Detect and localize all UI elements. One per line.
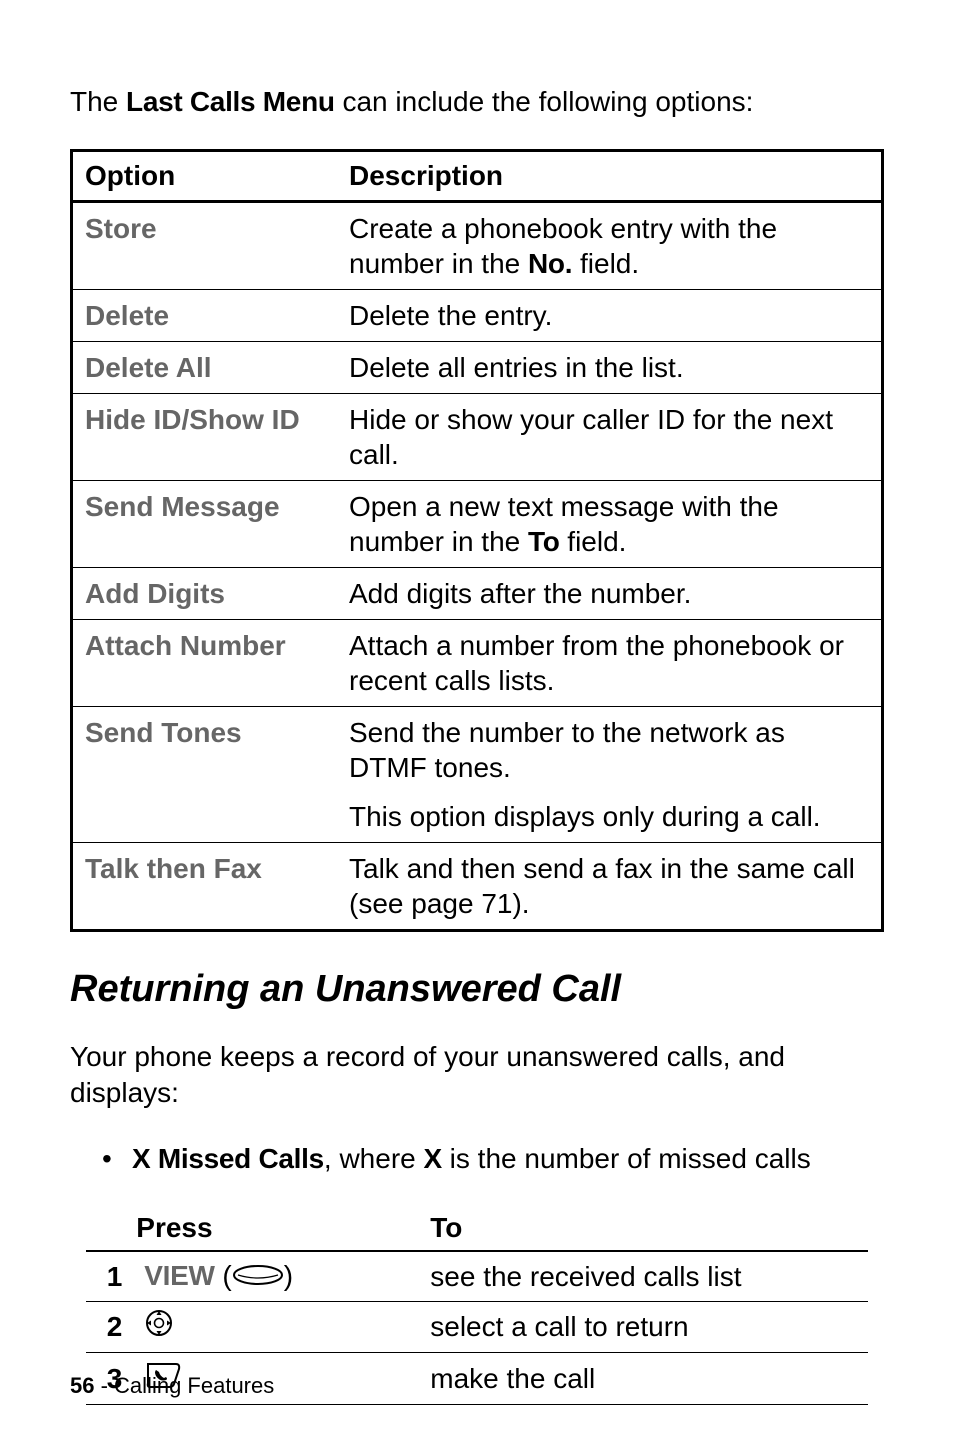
option-cell: Delete: [72, 290, 338, 342]
col-description-header: Description: [337, 151, 883, 202]
intro-paragraph: The Last Calls Menu can include the foll…: [70, 84, 884, 119]
list-item: X Missed Calls, where X is the number of…: [102, 1140, 884, 1178]
col-to-header: To: [422, 1206, 867, 1251]
description-cell: Create a phonebook entry with the number…: [337, 202, 883, 290]
option-label: Attach Number: [85, 630, 286, 661]
table-row: Add Digits Add digits after the number.: [72, 568, 883, 620]
press-label: VIEW: [144, 1260, 214, 1291]
option-cell: Send Message: [72, 481, 338, 568]
description-cell: Delete all entries in the list.: [337, 342, 883, 394]
table-row: 2 select a call to return: [86, 1301, 867, 1353]
description-cell: Hide or show your caller ID for the next…: [337, 394, 883, 481]
to-cell: see the received calls list: [422, 1251, 867, 1302]
table-row: Attach Number Attach a number from the ph…: [72, 620, 883, 707]
intro-prefix: The: [70, 86, 126, 117]
table-row: Talk then Fax Talk and then send a fax in…: [72, 843, 883, 931]
table-row: Hide ID/Show ID Hide or show your caller …: [72, 394, 883, 481]
page-number: 56: [70, 1373, 94, 1398]
description-cell: Open a new text message with the number …: [337, 481, 883, 568]
table-row: Delete All Delete all entries in the list…: [72, 342, 883, 394]
bullet-post: is the number of missed calls: [442, 1143, 811, 1174]
description-cell: Add digits after the number.: [337, 568, 883, 620]
option-label: Store: [85, 213, 157, 244]
desc-bold: To: [528, 526, 560, 557]
to-cell: make the call: [422, 1353, 867, 1405]
desc-after: field.: [572, 248, 639, 279]
description-cell: Delete the entry.: [337, 290, 883, 342]
desc-before: Send the number to the network as DTMF t…: [349, 717, 785, 783]
section-heading: Returning an Unanswered Call: [70, 968, 884, 1011]
option-label: Talk then Fax: [85, 853, 262, 884]
option-cell: Delete All: [72, 342, 338, 394]
press-cell: VIEW (): [136, 1251, 422, 1302]
option-cell: Store: [72, 202, 338, 290]
col-option-header: Option: [72, 151, 338, 202]
option-cell: Talk then Fax: [72, 843, 338, 931]
table-row: Send Tones Send the number to the network…: [72, 707, 883, 843]
option-cell: Hide ID/Show ID: [72, 394, 338, 481]
desc-extra: This option displays only during a call.: [349, 801, 821, 832]
nav-key-icon: [144, 1308, 174, 1346]
desc-before: Add digits after the number.: [349, 578, 691, 609]
option-label: Send Message: [85, 491, 280, 522]
desc-before: Talk and then send a fax in the same cal…: [349, 853, 855, 919]
option-cell: Send Tones: [72, 707, 338, 843]
footer-section: Calling Features: [114, 1373, 274, 1398]
intro-suffix: can include the following options:: [335, 86, 754, 117]
bullet-mid: , where: [324, 1143, 424, 1174]
table-row: Store Create a phonebook entry with the n…: [72, 202, 883, 290]
intro-bold: Last Calls Menu: [126, 86, 335, 117]
press-cell: [136, 1301, 422, 1353]
option-label: Add Digits: [85, 578, 225, 609]
table-row: Send Message Open a new text message with…: [72, 481, 883, 568]
table-header-row: Press To: [86, 1206, 867, 1251]
option-label: Delete: [85, 300, 169, 331]
description-cell: Send the number to the network as DTMF t…: [337, 707, 883, 843]
option-label: Hide ID/Show ID: [85, 404, 300, 435]
section-intro: Your phone keeps a record of your unansw…: [70, 1039, 884, 1112]
description-cell: Talk and then send a fax in the same cal…: [337, 843, 883, 931]
page-footer: 56 - Calling Features: [70, 1373, 274, 1399]
desc-before: Attach a number from the phonebook or re…: [349, 630, 844, 696]
footer-sep: -: [94, 1373, 114, 1398]
options-table: Option Description Store Create a phonebo…: [70, 149, 884, 932]
desc-before: Delete all entries in the list.: [349, 352, 684, 383]
col-press-header: Press: [136, 1206, 422, 1251]
option-cell: Attach Number: [72, 620, 338, 707]
table-row: Delete Delete the entry.: [72, 290, 883, 342]
option-label: Delete All: [85, 352, 212, 383]
desc-bold: No.: [528, 248, 572, 279]
option-cell: Add Digits: [72, 568, 338, 620]
table-row: 1VIEW ()see the received calls list: [86, 1251, 867, 1302]
bullet-bold-1: X Missed Calls: [132, 1143, 324, 1174]
option-label: Send Tones: [85, 717, 242, 748]
desc-after: field.: [560, 526, 627, 557]
to-cell: select a call to return: [422, 1301, 867, 1353]
softkey-key-icon: [232, 1260, 284, 1295]
step-number: 1: [86, 1251, 136, 1302]
desc-before: Delete the entry.: [349, 300, 552, 331]
table-header-row: Option Description: [72, 151, 883, 202]
bullet-bold-2: X: [424, 1143, 442, 1174]
description-cell: Attach a number from the phonebook or re…: [337, 620, 883, 707]
missed-calls-bullet-list: X Missed Calls, where X is the number of…: [102, 1140, 884, 1178]
desc-before: Hide or show your caller ID for the next…: [349, 404, 833, 470]
step-number: 2: [86, 1301, 136, 1353]
